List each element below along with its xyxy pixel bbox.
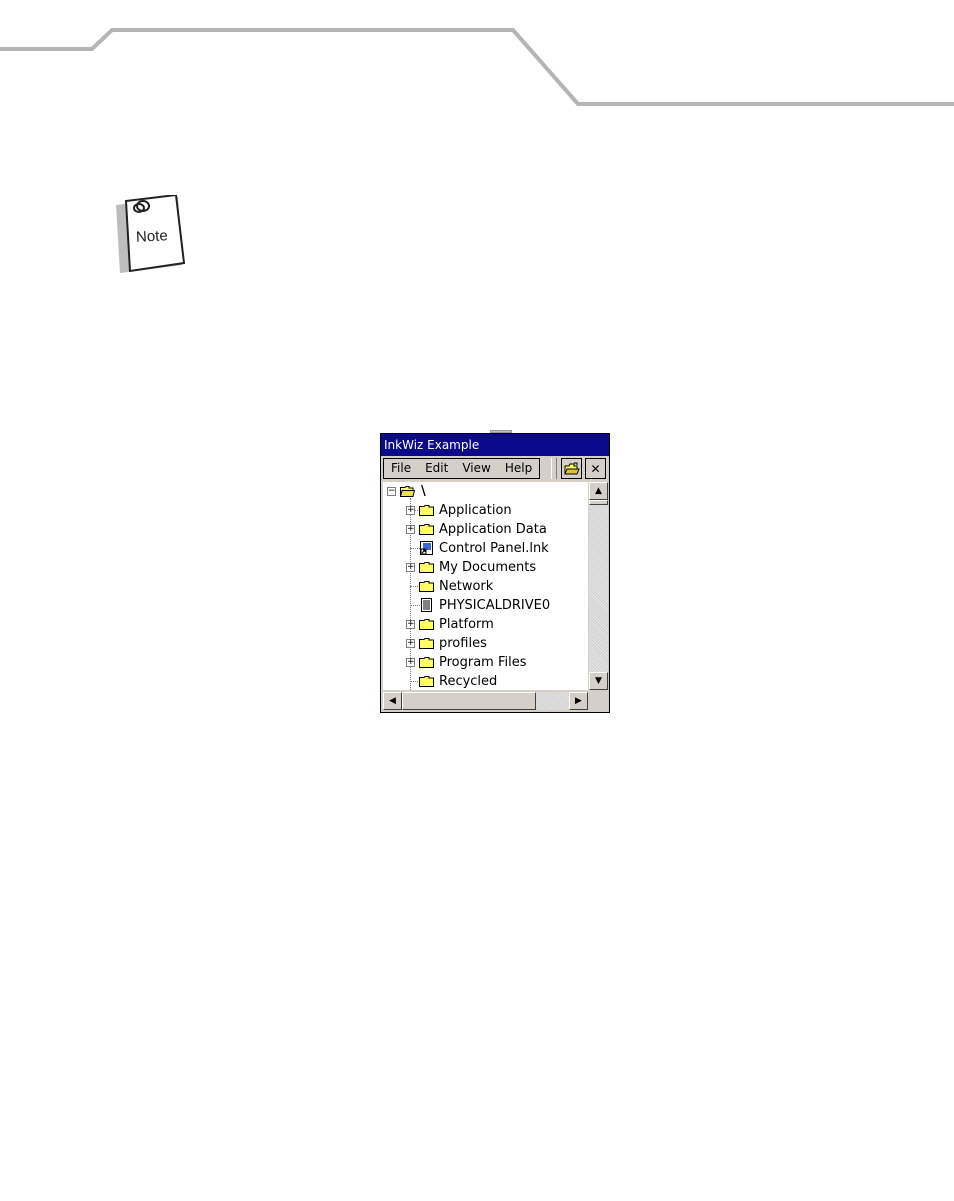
folder-icon (419, 505, 434, 516)
folder-icon (419, 581, 434, 592)
folder-icon (419, 562, 434, 573)
inkwiz-window: InkWiz Example File Edit View Help ✕ − \ (380, 433, 610, 713)
scroll-left-button[interactable]: ◀ (383, 692, 402, 710)
folder-icon (419, 524, 434, 535)
scroll-right-button[interactable]: ▶ (569, 692, 588, 710)
scroll-down-button[interactable]: ▼ (589, 672, 608, 690)
close-icon: ✕ (590, 461, 601, 476)
tree-connector (410, 548, 420, 549)
expand-icon[interactable]: + (406, 639, 415, 648)
window-title: InkWiz Example (381, 434, 609, 456)
expand-icon[interactable]: + (406, 620, 415, 629)
scroll-up-button[interactable]: ▲ (589, 482, 608, 500)
horizontal-scrollbar[interactable]: ◀ ▶ (383, 692, 588, 710)
tree-item[interactable]: + Application Data (383, 520, 588, 539)
toolbar-grip-line (554, 458, 557, 479)
header-decoration (0, 28, 954, 106)
open-folder-icon (563, 462, 580, 474)
expand-icon[interactable]: + (406, 658, 415, 667)
menu-help[interactable]: Help (498, 459, 539, 478)
tree-connector (410, 605, 420, 606)
menu-file[interactable]: File (384, 459, 418, 478)
folder-icon (419, 619, 434, 630)
tree-item[interactable]: PHYSICALDRIVE0 (383, 596, 588, 615)
open-folder-button[interactable] (561, 458, 582, 479)
tree-item[interactable]: + Platform (383, 615, 588, 634)
tree-item-label: Application (439, 503, 512, 518)
tree-item-label: Application Data (439, 522, 547, 537)
horizontal-scroll-thumb[interactable] (402, 692, 536, 710)
arrow-left-icon: ◀ (389, 696, 396, 706)
scrollbar-corner (589, 692, 608, 710)
tree-item-label: Platform (439, 617, 494, 632)
file-icon (421, 598, 432, 612)
tree-item-label: Network (439, 579, 494, 594)
tree-item-label: Recycled (439, 674, 498, 689)
tree-item[interactable]: + Program Files (383, 653, 588, 672)
folder-tree[interactable]: − \ + Application + Application Data Con… (383, 482, 588, 690)
expand-icon[interactable]: + (406, 506, 415, 515)
shortcut-icon (420, 541, 433, 555)
folder-icon (419, 638, 434, 649)
tree-item-label: PHYSICALDRIVE0 (439, 598, 551, 613)
note-label: Note (135, 227, 169, 246)
menu-edit[interactable]: Edit (418, 459, 455, 478)
tree-item-label: Control Panel.lnk (439, 541, 549, 556)
vertical-scroll-thumb[interactable] (589, 500, 608, 505)
tree-item[interactable]: Recycled (383, 672, 588, 690)
folder-icon (419, 657, 434, 668)
folder-icon (419, 676, 434, 687)
vertical-scrollbar[interactable]: ▲ ▼ (589, 482, 608, 690)
close-button[interactable]: ✕ (585, 458, 606, 479)
arrow-up-icon: ▲ (595, 486, 602, 496)
arrow-right-icon: ▶ (575, 696, 582, 706)
arrow-down-icon: ▼ (595, 676, 602, 686)
tree-item[interactable]: + Application (383, 501, 588, 520)
tree-item[interactable]: + My Documents (383, 558, 588, 577)
tree-item[interactable]: Network (383, 577, 588, 596)
expand-icon[interactable]: + (406, 563, 415, 572)
tree-item-label: Program Files (439, 655, 527, 670)
tree-item[interactable]: + profiles (383, 634, 588, 653)
tree-root[interactable]: − \ (383, 482, 588, 501)
open-folder-icon (400, 486, 415, 497)
expand-icon[interactable]: + (406, 525, 415, 534)
collapse-icon[interactable]: − (387, 487, 396, 496)
tree-item-label: profiles (439, 636, 487, 651)
menu-bar: File Edit View Help (383, 458, 540, 479)
tree-item-label: My Documents (439, 560, 537, 575)
tree-root-label: \ (421, 484, 426, 499)
tree-item[interactable]: Control Panel.lnk (383, 539, 588, 558)
menu-view[interactable]: View (455, 459, 497, 478)
